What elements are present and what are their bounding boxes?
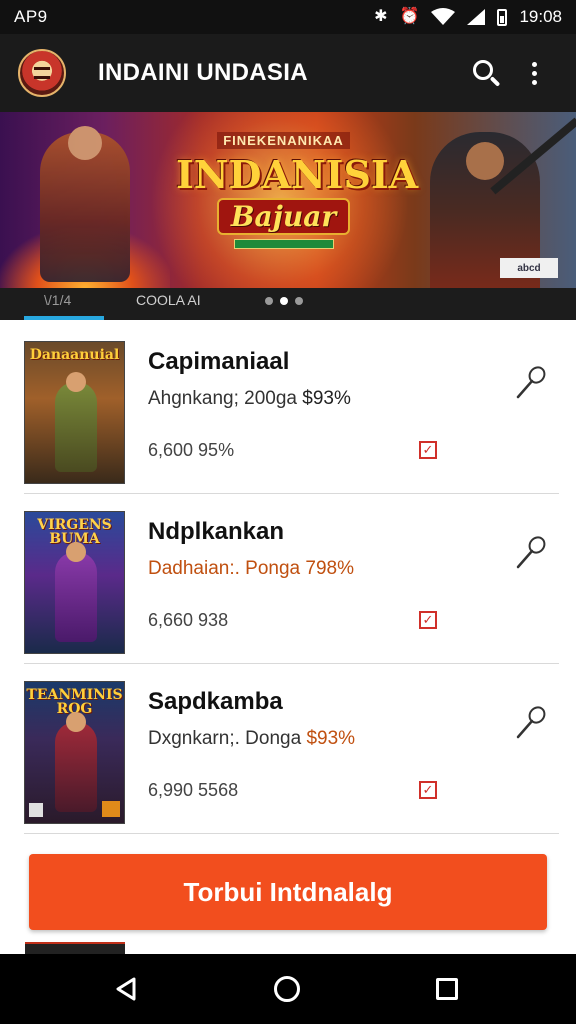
- next-list-item-peek: [25, 942, 125, 954]
- search-icon: [473, 60, 493, 80]
- banner-text: FINEKENANIKAA INDANISIA Bajuar: [176, 132, 419, 249]
- game-subtitle: Dadhaian:. Ponga 798%: [148, 558, 355, 579]
- search-button[interactable]: [462, 49, 510, 97]
- game-thumbnail[interactable]: Danaanuial: [24, 341, 125, 484]
- signal-icon: [467, 9, 486, 25]
- tab-1[interactable]: \/1/4: [44, 292, 71, 308]
- app-bar: INDAINI UNDASIA: [0, 34, 576, 112]
- banner-pager[interactable]: [265, 297, 303, 305]
- system-nav-bar: [0, 954, 576, 1024]
- battery-icon: [497, 8, 508, 26]
- alarm-icon: ⏰: [399, 8, 420, 25]
- app-title: INDAINI UNDASIA: [98, 59, 308, 86]
- back-button[interactable]: [106, 968, 148, 1010]
- verified-check-icon: ✓: [419, 781, 437, 799]
- pager-dot[interactable]: [295, 297, 303, 305]
- microphone-icon[interactable]: [510, 362, 550, 402]
- bluetooth-icon: ✱: [374, 8, 388, 25]
- more-options-button[interactable]: [510, 49, 558, 97]
- tab-2[interactable]: COOLA AI: [136, 292, 201, 308]
- status-bar: AP9 ✱ ⏰ 19:08: [0, 0, 576, 34]
- pager-dot[interactable]: [265, 297, 273, 305]
- game-meta: 6,660 938: [148, 610, 229, 630]
- banner-hero-left: [40, 126, 130, 282]
- app-logo-icon[interactable]: [18, 49, 66, 97]
- list-item[interactable]: Danaanuial Capimaniaal Ahgnkang; 200ga $…: [24, 324, 559, 494]
- list-item[interactable]: VIRGENS BUMA Ndplkankan Dadhaian:. Ponga…: [24, 494, 559, 664]
- primary-action-button[interactable]: Torbui Intdnalalg: [29, 854, 547, 930]
- game-thumbnail[interactable]: TEANMINIS ROG: [24, 681, 125, 824]
- banner-badge: Bajuar: [216, 197, 351, 235]
- game-title: Ndplkankan: [148, 518, 285, 545]
- game-thumbnail[interactable]: VIRGENS BUMA: [24, 511, 125, 654]
- recents-icon: [436, 978, 458, 1000]
- banner-tag: abcd: [500, 258, 558, 278]
- carrier-label: AP9: [14, 7, 48, 26]
- game-title: Sapdkamba: [148, 688, 283, 715]
- microphone-icon[interactable]: [510, 532, 550, 572]
- home-button[interactable]: [266, 968, 308, 1010]
- promo-banner[interactable]: FINEKENANIKAA INDANISIA Bajuar: [0, 112, 576, 288]
- tab-indicator: [24, 316, 104, 320]
- wifi-icon: [431, 8, 456, 25]
- game-subtitle: Ahgnkang; 200ga $93%: [148, 388, 351, 409]
- verified-check-icon: ✓: [419, 441, 437, 459]
- game-meta: 6,600 95%: [148, 440, 235, 460]
- status-icons: ✱ ⏰ 19:08: [374, 7, 562, 27]
- game-title: Capimaniaal: [148, 348, 290, 375]
- list-item[interactable]: TEANMINIS ROG Sapdkamba Dxgnkarn;. Donga…: [24, 664, 559, 834]
- game-meta: 6,990 5568: [148, 780, 239, 800]
- recents-button[interactable]: [426, 968, 468, 1010]
- more-vert-icon: [531, 61, 537, 85]
- banner-title: INDANISIA: [176, 152, 419, 197]
- pager-dot-active[interactable]: [280, 297, 288, 305]
- verified-check-icon: ✓: [419, 611, 437, 629]
- game-subtitle: Dxgnkarn;. Donga $93%: [148, 728, 356, 749]
- back-icon: [116, 977, 136, 1001]
- banner-subtitle: FINEKENANIKAA: [217, 132, 350, 149]
- home-icon: [274, 976, 300, 1002]
- status-time: 19:08: [519, 7, 562, 26]
- microphone-icon[interactable]: [510, 702, 550, 742]
